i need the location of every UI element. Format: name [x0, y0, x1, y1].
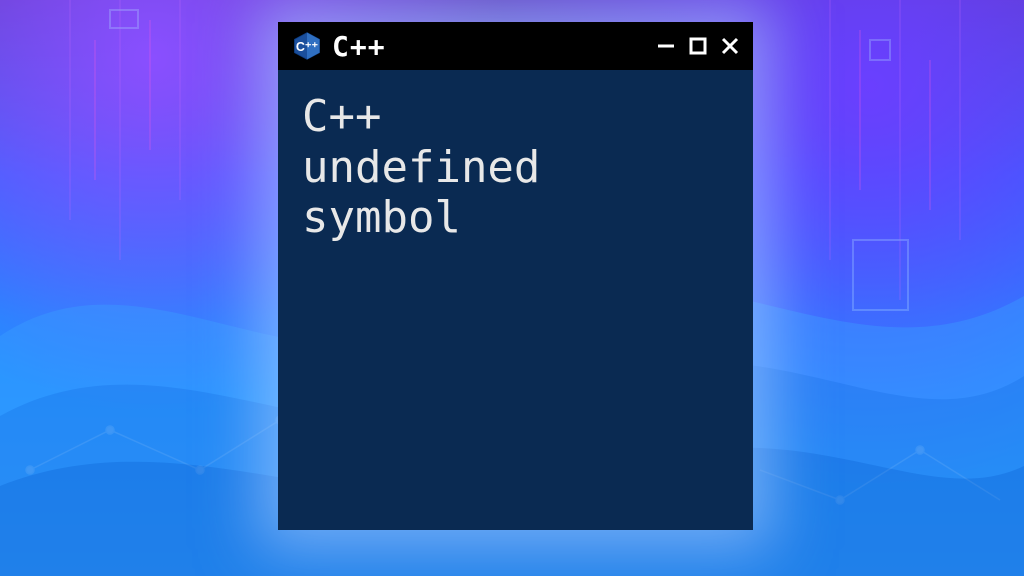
- terminal-window: C⁺⁺ C++ C++ undefined: [278, 22, 753, 530]
- svg-text:C⁺⁺: C⁺⁺: [296, 40, 319, 54]
- close-button[interactable]: [717, 33, 743, 59]
- maximize-icon: [688, 36, 708, 56]
- maximize-button[interactable]: [685, 33, 711, 59]
- window-controls: [653, 33, 743, 59]
- titlebar[interactable]: C⁺⁺ C++: [278, 22, 753, 70]
- terminal-content-area: C++ undefined symbol: [278, 70, 753, 530]
- window-title: C++: [332, 30, 643, 63]
- close-icon: [719, 35, 741, 57]
- minimize-icon: [655, 35, 677, 57]
- minimize-button[interactable]: [653, 33, 679, 59]
- cpp-logo-icon: C⁺⁺: [292, 31, 322, 61]
- terminal-text: C++ undefined symbol: [302, 92, 729, 244]
